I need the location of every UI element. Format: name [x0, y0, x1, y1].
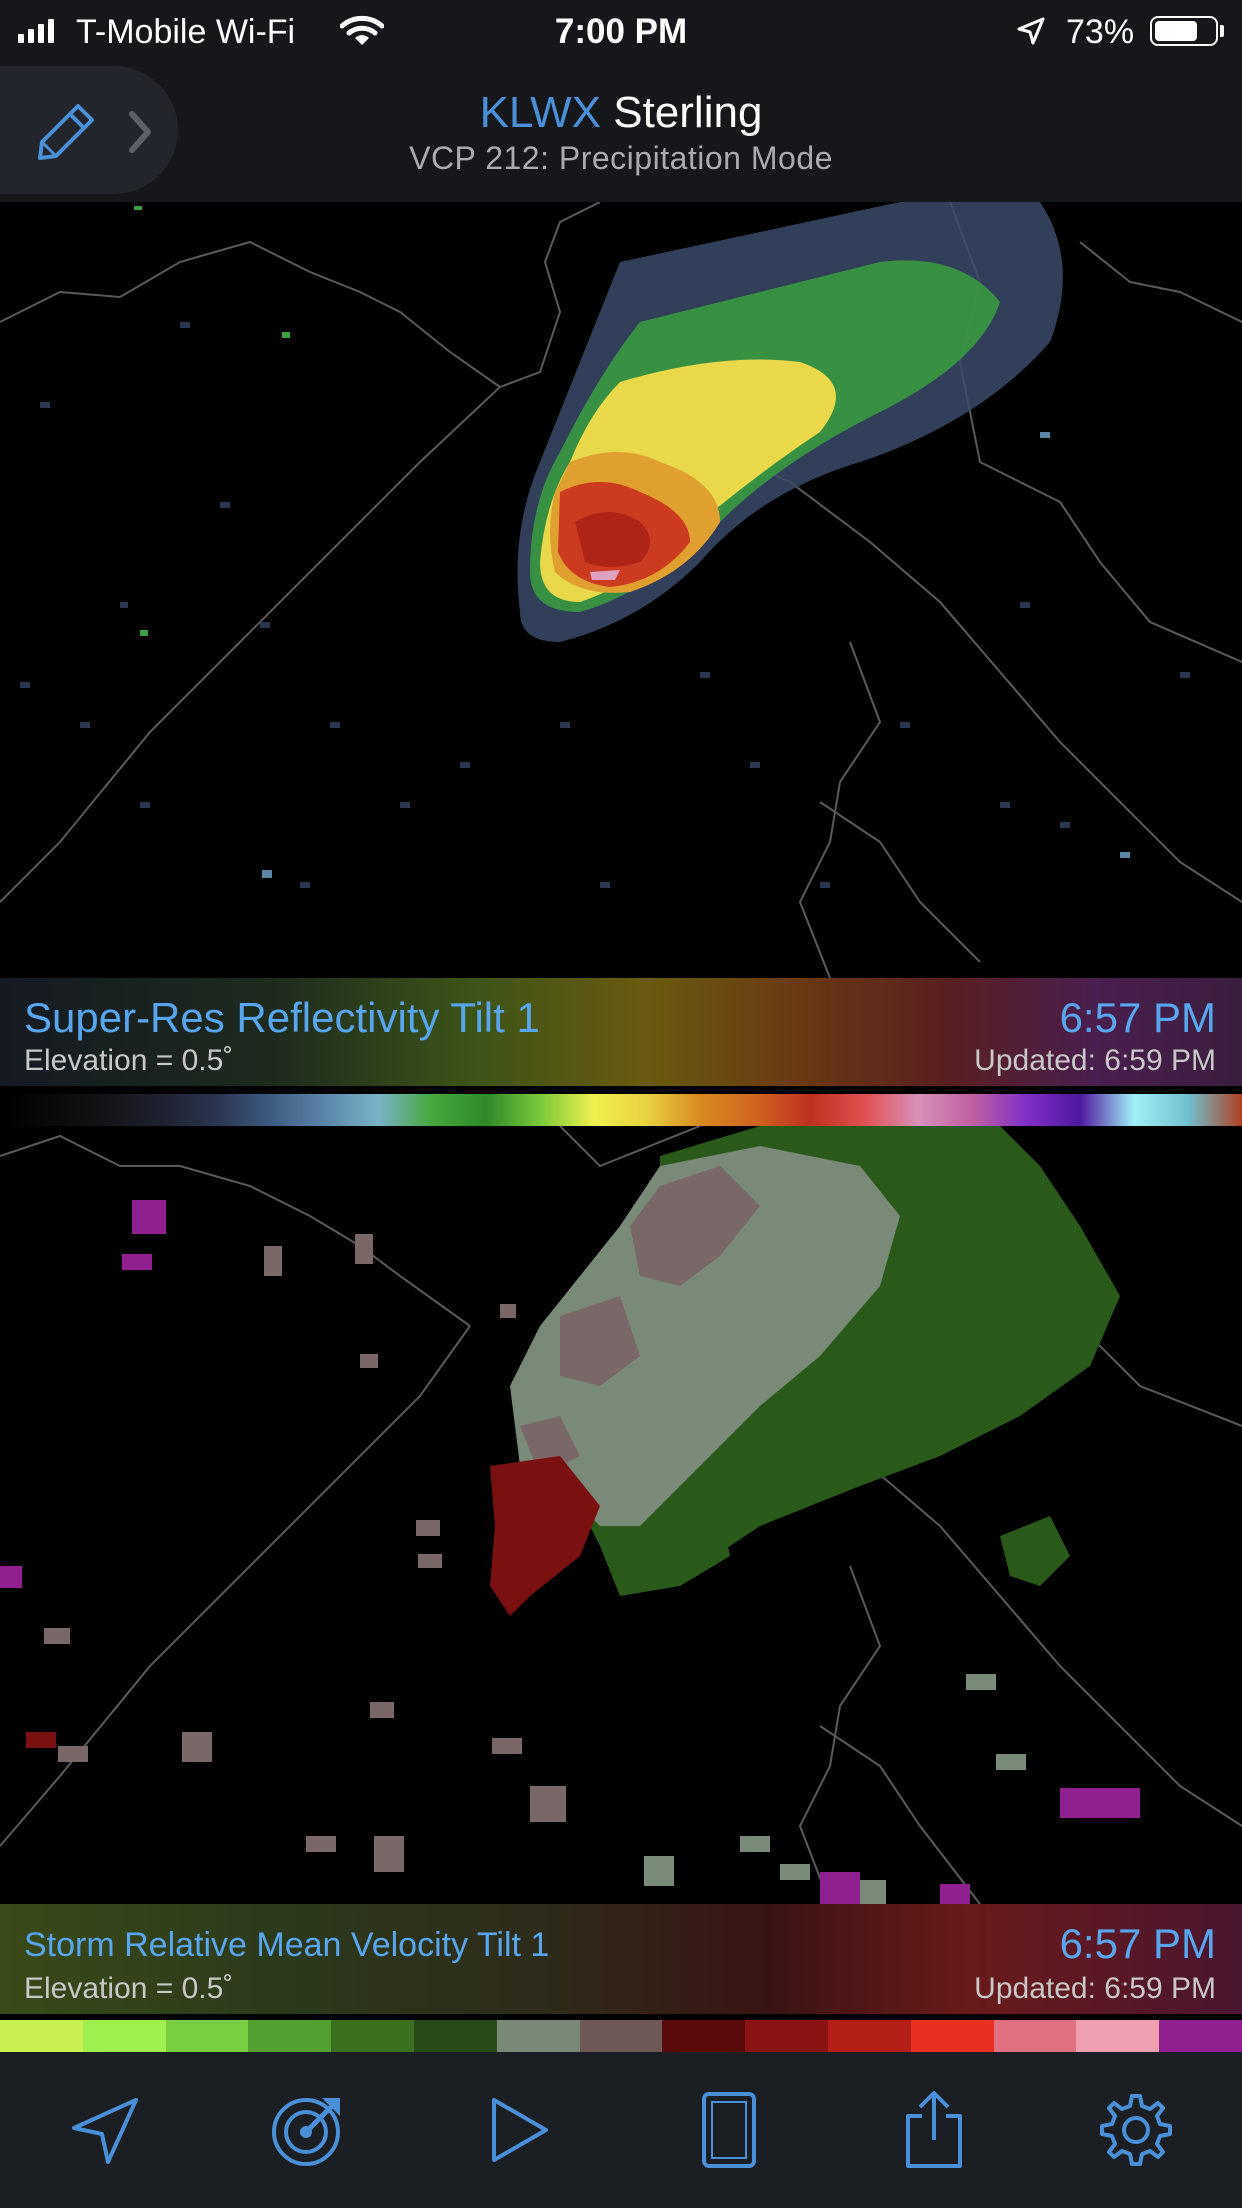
velocity-info-bar[interactable]: Storm Relative Mean Velocity Tilt 1 Elev…	[0, 1904, 1242, 2014]
velocity-scale-bin	[910, 2020, 994, 2052]
location-arrow-icon	[72, 2098, 138, 2164]
settings-button[interactable]	[1096, 2090, 1176, 2170]
share-icon	[906, 2091, 962, 2168]
radar-target-icon	[272, 2098, 340, 2166]
velocity-color-scale	[0, 2020, 1242, 2052]
velocity-product-title: Storm Relative Mean Velocity Tilt 1	[24, 1926, 550, 1964]
velocity-map[interactable]	[0, 1126, 1242, 1904]
velocity-scale-bin	[496, 2020, 580, 2052]
reflectivity-product-title: Super-Res Reflectivity Tilt 1	[24, 994, 540, 1041]
reflectivity-scale-gradient	[0, 1094, 1242, 1126]
velocity-scale-bin	[579, 2020, 663, 2052]
battery-percent: 73%	[1066, 13, 1135, 51]
reflectivity-map[interactable]	[0, 202, 1242, 978]
reflectivity-updated: Updated: 6:59 PM	[974, 1044, 1216, 1077]
station-name: Sterling	[613, 88, 763, 137]
velocity-scale-bin	[993, 2020, 1077, 2052]
velocity-scale-bin	[1159, 2020, 1242, 2052]
velocity-elevation: Elevation = 0.5˚	[24, 1972, 234, 2005]
battery-icon	[1150, 16, 1218, 46]
location-button[interactable]	[66, 2090, 146, 2170]
velocity-scale-bin	[827, 2020, 911, 2052]
velocity-scale-bin	[413, 2020, 497, 2052]
velocity-scale-bin	[82, 2020, 166, 2052]
velocity-scale-bin	[248, 2020, 332, 2052]
bottom-toolbar	[0, 2052, 1242, 2208]
gear-icon	[1100, 2094, 1172, 2166]
vcp-mode: VCP 212: Precipitation Mode	[409, 140, 833, 176]
panel-layout-icon	[702, 2092, 756, 2168]
reflectivity-elevation: Elevation = 0.5˚	[24, 1044, 234, 1077]
velocity-scale-bin	[0, 2020, 83, 2052]
clock: 7:00 PM	[554, 12, 688, 51]
layout-button[interactable]	[690, 2090, 770, 2170]
velocity-scale-bin	[165, 2020, 249, 2052]
reflectivity-scan-time: 6:57 PM	[1059, 994, 1216, 1041]
reflectivity-color-scale	[0, 1094, 1242, 1126]
station-title[interactable]: KLWX Sterling	[0, 88, 1242, 138]
play-icon	[492, 2098, 548, 2162]
velocity-scale-bin	[745, 2020, 828, 2052]
velocity-scale-bin	[331, 2020, 414, 2052]
station-code: KLWX	[479, 88, 601, 137]
velocity-scale-bin	[662, 2020, 746, 2052]
radar-select-button[interactable]	[268, 2090, 348, 2170]
velocity-scan-time: 6:57 PM	[1059, 1920, 1216, 1967]
status-bar: T-Mobile Wi-Fi 7:00 PM 73%	[0, 0, 1242, 62]
share-button[interactable]	[894, 2090, 974, 2170]
reflectivity-info-bar[interactable]: Super-Res Reflectivity Tilt 1 Elevation …	[0, 978, 1242, 1086]
play-button[interactable]	[478, 2090, 558, 2170]
location-arrow-icon	[1016, 16, 1046, 51]
velocity-scale-bin	[1076, 2020, 1160, 2052]
velocity-updated: Updated: 6:59 PM	[974, 1972, 1216, 2005]
station-header: KLWX Sterling VCP 212: Precipitation Mod…	[0, 62, 1242, 202]
